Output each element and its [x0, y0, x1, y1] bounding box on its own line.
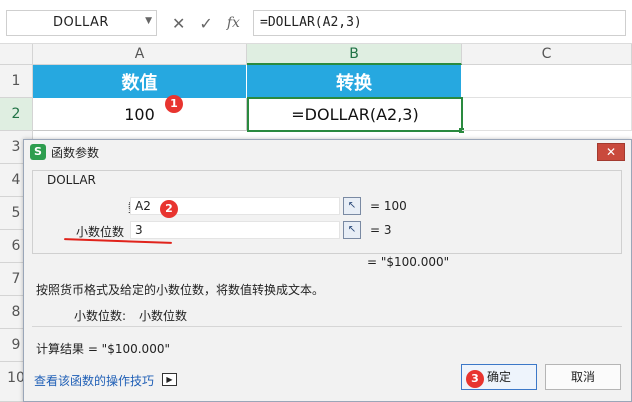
dialog-title-bar[interactable]: S 函数参数 ✕ — [24, 140, 631, 164]
column-header-b[interactable]: B — [247, 44, 462, 65]
arg-result-number: = 100 — [370, 199, 407, 213]
range-select-icon[interactable]: ↖ — [343, 197, 361, 215]
arg-result-decimals: = 3 — [370, 223, 392, 237]
overall-result: = "$100.000" — [367, 255, 450, 269]
cell-b2-active[interactable]: =DOLLAR(A2,3) — [247, 97, 463, 132]
cancel-button[interactable]: 取消 — [545, 364, 621, 390]
function-description: 按照货币格式及给定的小数位数，将数值转换成文本。 — [36, 283, 325, 297]
name-box[interactable]: DOLLAR ▼ — [6, 10, 157, 36]
row-header-2[interactable]: 2 — [0, 98, 33, 131]
step-badge-1: 1 — [165, 95, 183, 113]
cell-c2[interactable] — [462, 98, 632, 131]
column-header-a[interactable]: A — [33, 44, 247, 65]
chevron-down-icon[interactable]: ▼ — [145, 16, 152, 26]
formula-text: =DOLLAR(A2,3) — [260, 15, 362, 30]
cell-a1[interactable]: 数值 — [33, 65, 247, 98]
param-help-text: 小数位数 — [139, 309, 188, 323]
cell-c1[interactable] — [462, 65, 632, 98]
divider — [32, 326, 622, 327]
dialog-title: 函数参数 — [51, 146, 100, 160]
function-tips-link[interactable]: 查看该函数的操作技巧 — [34, 372, 154, 389]
calc-result: 计算结果 = "$100.000" — [36, 342, 170, 356]
formula-actions: ✕ ✓ fx — [172, 10, 240, 36]
enter-icon[interactable]: ✓ — [199, 14, 212, 33]
arg-input-decimals[interactable]: 3 — [130, 221, 340, 239]
range-select-icon[interactable]: ↖ — [343, 221, 361, 239]
wps-logo-icon: S — [30, 144, 46, 160]
cell-a2[interactable]: 100 — [33, 98, 247, 131]
column-header-c[interactable]: C — [462, 44, 632, 65]
formula-input[interactable]: =DOLLAR(A2,3) — [253, 10, 626, 36]
step-badge-2: 2 — [160, 200, 178, 218]
step-badge-3: 3 — [466, 370, 484, 388]
row-header-1[interactable]: 1 — [0, 65, 33, 98]
select-all-corner[interactable] — [0, 44, 33, 65]
close-button[interactable]: ✕ — [597, 143, 625, 161]
formula-bar: DOLLAR ▼ ✕ ✓ fx =DOLLAR(A2,3) — [0, 0, 632, 44]
function-arguments-dialog: S 函数参数 ✕ DOLLAR 数值 A2 ↖ = 100 2 小数位数 3 ↖… — [23, 139, 632, 402]
video-play-icon[interactable]: ▶ — [162, 373, 177, 386]
cell-b1[interactable]: 转换 — [247, 65, 462, 98]
cancel-icon[interactable]: ✕ — [172, 14, 185, 33]
name-box-value: DOLLAR — [53, 15, 109, 30]
insert-function-icon[interactable]: fx — [227, 15, 240, 31]
function-name: DOLLAR — [44, 173, 99, 187]
param-help-label: 小数位数: — [74, 309, 127, 323]
